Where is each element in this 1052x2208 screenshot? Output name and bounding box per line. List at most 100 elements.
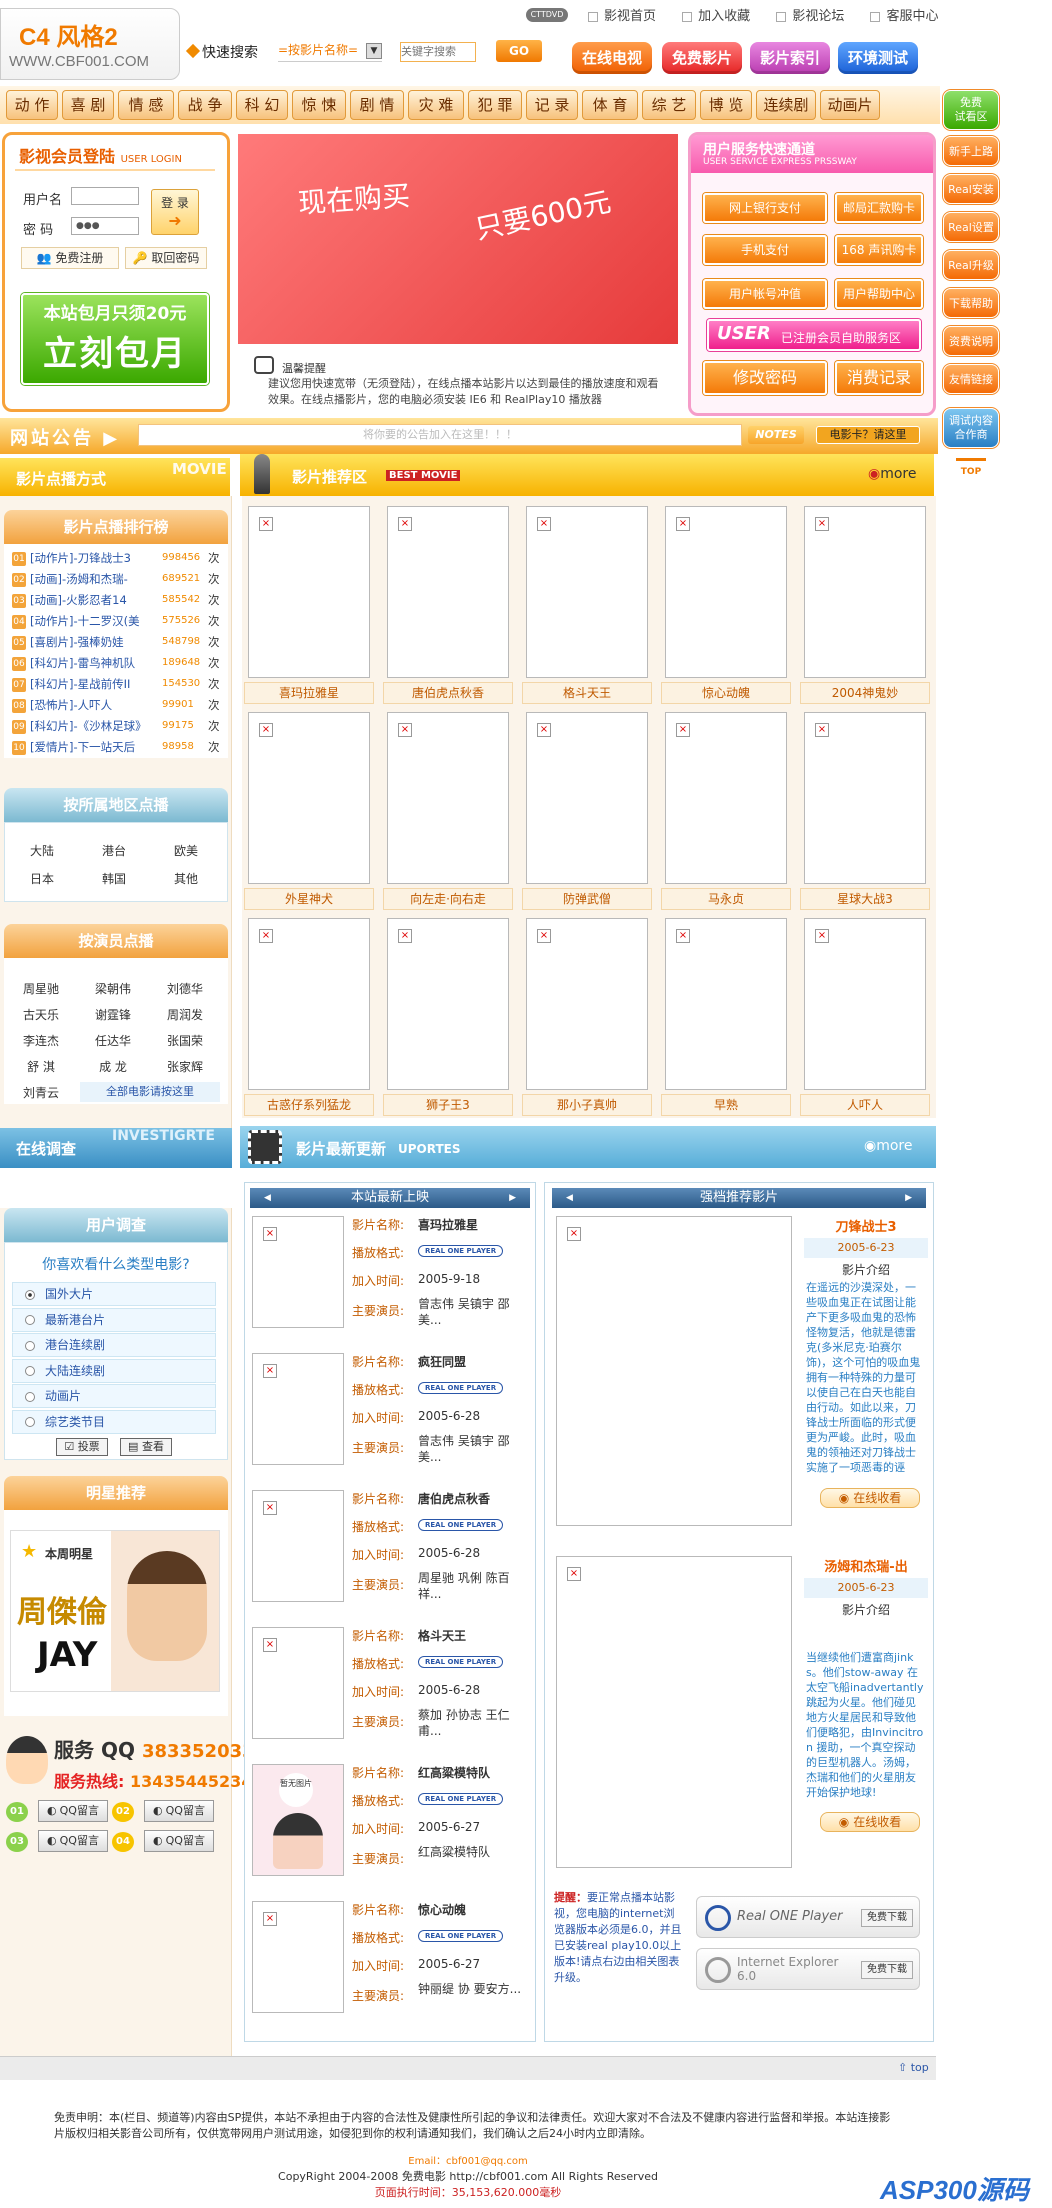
survey-option[interactable]: 国外大片 xyxy=(12,1282,216,1306)
movie-caption[interactable]: 早熟 xyxy=(661,1094,791,1116)
password-input[interactable]: ●●● xyxy=(71,217,139,235)
movie-poster[interactable]: × xyxy=(804,918,926,1090)
rank-row[interactable]: 02 [动画]-汤姆和杰瑞- 689521 次 xyxy=(12,569,222,589)
side-button-3[interactable]: Real设置 xyxy=(943,212,999,242)
side-button-5[interactable]: 下载帮助 xyxy=(943,288,999,318)
movie-poster[interactable]: × xyxy=(387,918,509,1090)
category-1[interactable]: 喜 剧 xyxy=(62,90,114,120)
new-movie-name[interactable]: 唐伯虎点秋香 xyxy=(418,1490,490,1507)
category-6[interactable]: 剧 情 xyxy=(350,90,404,120)
new-movie-poster[interactable]: × xyxy=(252,1216,344,1328)
rank-row[interactable]: 04 [动作片]-十二罗汉(美 575526 次 xyxy=(12,611,222,631)
movie-poster[interactable]: × xyxy=(526,918,648,1090)
records-button[interactable]: 消费记录 xyxy=(835,361,923,395)
username-input[interactable] xyxy=(71,187,139,205)
actor-11[interactable]: 张家辉 xyxy=(154,1058,216,1075)
survey-option[interactable]: 综艺类节目 xyxy=(12,1409,216,1434)
watch-online-button[interactable]: ◉ 在线收看 xyxy=(820,1488,920,1508)
service-post[interactable]: 邮局汇款购卡 xyxy=(835,193,923,223)
actor-1[interactable]: 梁朝伟 xyxy=(82,980,144,997)
area-4[interactable]: 韩国 xyxy=(84,870,144,887)
survey-option[interactable]: 最新港台片 xyxy=(12,1307,216,1332)
vote-button[interactable]: ☑ 投票 xyxy=(56,1438,108,1456)
service-168[interactable]: 168 声讯购卡 xyxy=(835,235,923,265)
recommend-more[interactable]: ◉more xyxy=(868,466,916,482)
strong-poster[interactable]: × xyxy=(556,1556,792,1868)
actor-6[interactable]: 李连杰 xyxy=(10,1032,72,1049)
movie-poster[interactable]: × xyxy=(665,506,787,678)
user-center-button[interactable]: USER 已注册会员自助服务区 xyxy=(707,319,921,351)
movie-poster[interactable]: × xyxy=(526,712,648,884)
survey-option[interactable]: 大陆连续剧 xyxy=(12,1358,216,1383)
rank-row[interactable]: 01 [动作片]-刀锋战士3 998456 次 xyxy=(12,548,222,568)
rank-name[interactable]: [动画]-火影忍者14 xyxy=(30,593,127,607)
watch-online-button[interactable]: ◉ 在线收看 xyxy=(820,1812,920,1832)
rank-row[interactable]: 10 [爱情片]-下一站天后 98958 次 xyxy=(12,737,222,757)
rank-name[interactable]: [科幻片]-雷鸟神机队 xyxy=(30,656,135,670)
login-button[interactable]: 登 录 ➜ xyxy=(151,189,199,235)
movie-poster[interactable]: × xyxy=(248,506,370,678)
realplayer-download[interactable]: Real ONE Player 免费下载 xyxy=(696,1896,920,1938)
actor-all-link[interactable]: 全部电影请按这里 xyxy=(80,1082,220,1102)
side-button-0[interactable]: 免费 试看区 xyxy=(943,90,999,130)
movie-caption[interactable]: 向左走·向右走 xyxy=(383,888,513,910)
top-link-service[interactable]: 客服中心 xyxy=(870,9,938,24)
rank-row[interactable]: 09 [科幻片]-《沙林足球》 99175 次 xyxy=(12,716,222,736)
new-movie-poster[interactable]: 暂无图片 xyxy=(252,1764,344,1876)
top-link-fav[interactable]: 加入收藏 xyxy=(682,9,750,24)
movie-poster[interactable]: × xyxy=(526,506,648,678)
movie-poster[interactable]: × xyxy=(665,712,787,884)
side-button-4[interactable]: Real升级 xyxy=(943,250,999,280)
movie-poster[interactable]: × xyxy=(804,712,926,884)
rank-name[interactable]: [喜剧片]-强棒奶娃 xyxy=(30,635,124,649)
movie-caption[interactable]: 2004神鬼妙 xyxy=(800,682,930,704)
new-movie-name[interactable]: 红高粱模特队 xyxy=(418,1764,490,1781)
qq-message-button[interactable]: ◐ QQ留言 xyxy=(144,1830,214,1852)
movie-caption[interactable]: 马永贞 xyxy=(661,888,791,910)
rank-row[interactable]: 06 [科幻片]-雷鸟神机队 189648 次 xyxy=(12,653,222,673)
movie-caption[interactable]: 格斗天王 xyxy=(522,682,652,704)
movie-poster[interactable]: × xyxy=(665,918,787,1090)
category-8[interactable]: 犯 罪 xyxy=(468,90,522,120)
movie-caption[interactable]: 古惑仔系列猛龙 xyxy=(244,1094,374,1116)
side-button-1[interactable]: 新手上路 xyxy=(943,136,999,166)
qq-message-button[interactable]: ◐ QQ留言 xyxy=(144,1800,214,1822)
area-0[interactable]: 大陆 xyxy=(12,842,72,859)
top-link-forum[interactable]: 影视论坛 xyxy=(776,9,844,24)
service-help[interactable]: 用户帮助中心 xyxy=(835,279,923,309)
category-13[interactable]: 连续剧 xyxy=(756,90,816,120)
movie-caption[interactable]: 那小子真帅 xyxy=(522,1094,652,1116)
rank-row[interactable]: 08 [恐怖片]-人吓人 99901 次 xyxy=(12,695,222,715)
env-test-button[interactable]: 环境测试 xyxy=(838,42,918,74)
rank-row[interactable]: 03 [动画]-火影忍者14 585542 次 xyxy=(12,590,222,610)
online-tv-button[interactable]: 在线电视 xyxy=(572,42,652,74)
new-movie-name[interactable]: 惊心动魄 xyxy=(418,1901,466,1918)
radio-icon[interactable] xyxy=(25,1391,35,1402)
center-banner[interactable]: 现在购买 只要600元 xyxy=(238,134,678,344)
top-link-home[interactable]: 影视首页 xyxy=(588,9,656,24)
survey-option[interactable]: 港台连续剧 xyxy=(12,1333,216,1357)
search-input[interactable] xyxy=(400,42,476,62)
area-2[interactable]: 欧美 xyxy=(156,842,216,859)
search-select[interactable]: =按影片名称= ▼ xyxy=(278,40,382,62)
new-movie-poster[interactable]: × xyxy=(252,1901,344,2013)
actor-2[interactable]: 刘德华 xyxy=(154,980,216,997)
side-top-button[interactable]: TOP xyxy=(956,458,986,482)
register-link[interactable]: 👥 免费注册 xyxy=(21,247,119,269)
actor-9[interactable]: 舒 淇 xyxy=(10,1058,72,1075)
new-movie-poster[interactable]: × xyxy=(252,1353,344,1465)
side-button-7[interactable]: 友情链接 xyxy=(943,364,999,394)
category-7[interactable]: 灾 难 xyxy=(408,90,464,120)
radio-icon[interactable] xyxy=(25,1340,35,1351)
service-recharge[interactable]: 用户帐号冲值 xyxy=(703,279,827,309)
category-4[interactable]: 科 幻 xyxy=(236,90,288,120)
actor-12[interactable]: 刘青云 xyxy=(10,1084,72,1101)
top-badge[interactable]: CTTDVD xyxy=(526,8,568,22)
category-12[interactable]: 博 览 xyxy=(700,90,752,120)
category-9[interactable]: 记 录 xyxy=(526,90,578,120)
radio-icon[interactable] xyxy=(25,1417,35,1427)
footer-email[interactable]: Email：cbf001@qq.com xyxy=(0,2152,936,2167)
actor-5[interactable]: 周润发 xyxy=(154,1006,216,1023)
radio-icon[interactable] xyxy=(25,1289,35,1300)
category-2[interactable]: 情 感 xyxy=(118,90,174,120)
